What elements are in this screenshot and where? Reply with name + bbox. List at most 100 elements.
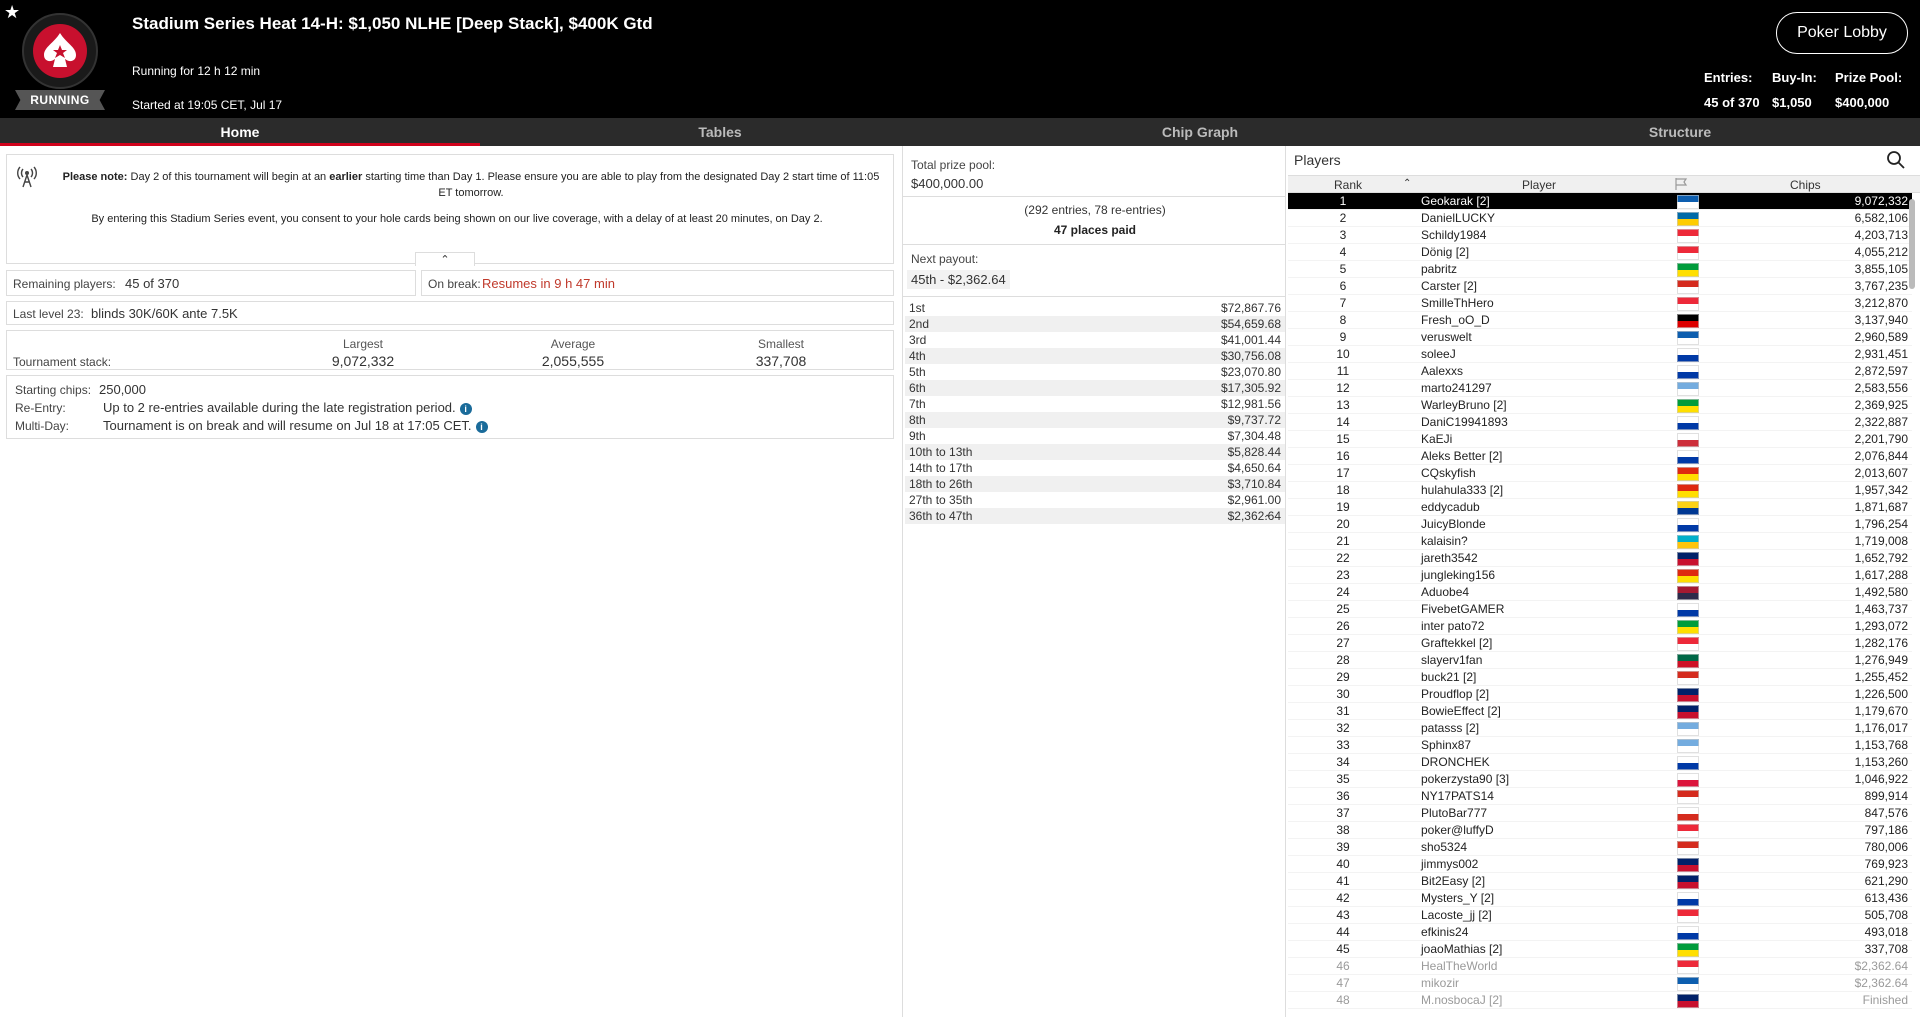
player-row[interactable]: 39 sho5324 780,006 bbox=[1288, 839, 1912, 856]
player-row[interactable]: 17 CQskyfish 2,013,607 bbox=[1288, 465, 1912, 482]
player-row[interactable]: 2 DanielLUCKY 6,582,106 bbox=[1288, 210, 1912, 227]
player-row[interactable]: 35 pokerzysta90 [3] 1,046,922 bbox=[1288, 771, 1912, 788]
player-row[interactable]: 8 Fresh_oO_D 3,137,940 bbox=[1288, 312, 1912, 329]
player-rank: 20 bbox=[1336, 517, 1350, 531]
player-rank: 28 bbox=[1336, 653, 1350, 667]
player-name: Aalexxs bbox=[1421, 364, 1464, 378]
player-row[interactable]: 7 SmilleThHero 3,212,870 bbox=[1288, 295, 1912, 312]
column-player[interactable]: Player bbox=[1522, 178, 1556, 192]
player-row[interactable]: 32 patasss [2] 1,176,017 bbox=[1288, 720, 1912, 737]
notice-text-2: By entering this Stadium Series event, y… bbox=[91, 213, 823, 225]
country-flag-icon bbox=[1677, 858, 1699, 872]
column-chips[interactable]: Chips bbox=[1790, 178, 1821, 192]
player-row[interactable]: 27 Graftekkel [2] 1,282,176 bbox=[1288, 635, 1912, 652]
payout-place: 3rd bbox=[909, 333, 927, 347]
player-chips: 1,226,500 bbox=[1854, 687, 1908, 701]
country-flag-icon bbox=[1677, 399, 1699, 413]
player-row[interactable]: 46 HealTheWorld $2,362.64 bbox=[1288, 958, 1912, 975]
player-row[interactable]: 37 PlutoBar777 847,576 bbox=[1288, 805, 1912, 822]
player-row[interactable]: 29 buck21 [2] 1,255,452 bbox=[1288, 669, 1912, 686]
player-row[interactable]: 3 Schildy1984 4,203,713 bbox=[1288, 227, 1912, 244]
player-row[interactable]: 19 eddycadub 1,871,687 bbox=[1288, 499, 1912, 516]
player-row[interactable]: 44 efkinis24 493,018 bbox=[1288, 924, 1912, 941]
sort-asc-icon[interactable]: ⌃ bbox=[1403, 178, 1411, 189]
player-row[interactable]: 48 M.nosbocaJ [2] Finished bbox=[1288, 992, 1912, 1009]
poker-lobby-button[interactable]: Poker Lobby bbox=[1776, 12, 1908, 54]
player-row[interactable]: 1 Geokarak [2] 9,072,332 bbox=[1288, 193, 1912, 210]
player-row[interactable]: 6 Carster [2] 3,767,235 bbox=[1288, 278, 1912, 295]
tournament-stack-box: Tournament stack: Largest 9,072,332 Aver… bbox=[6, 330, 894, 370]
tab-tables[interactable]: Tables bbox=[480, 118, 960, 146]
player-row[interactable]: 41 Bit2Easy [2] 621,290 bbox=[1288, 873, 1912, 890]
player-row[interactable]: 4 Dönig [2] 4,055,212 bbox=[1288, 244, 1912, 261]
player-row[interactable]: 22 jareth3542 1,652,792 bbox=[1288, 550, 1912, 567]
player-row[interactable]: 25 FivebetGAMER 1,463,737 bbox=[1288, 601, 1912, 618]
player-row[interactable]: 28 slayerv1fan 1,276,949 bbox=[1288, 652, 1912, 669]
payout-amount: $30,756.08 bbox=[1220, 349, 1281, 363]
player-chips: 2,583,556 bbox=[1854, 381, 1908, 395]
favorite-star-icon[interactable]: ★ bbox=[4, 3, 20, 21]
player-row[interactable]: 33 Sphinx87 1,153,768 bbox=[1288, 737, 1912, 754]
player-rank: 34 bbox=[1336, 755, 1350, 769]
player-name: jungleking156 bbox=[1421, 568, 1496, 582]
player-row[interactable]: 14 DaniC19941893 2,322,887 bbox=[1288, 414, 1912, 431]
player-row[interactable]: 20 JuicyBlonde 1,796,254 bbox=[1288, 516, 1912, 533]
player-chips: 4,203,713 bbox=[1854, 228, 1908, 242]
player-name: Graftekkel [2] bbox=[1421, 636, 1493, 650]
payout-row: 1st $72,867.76 bbox=[905, 300, 1285, 316]
player-row[interactable]: 9 veruswelt 2,960,589 bbox=[1288, 329, 1912, 346]
player-row[interactable]: 31 BowieEffect [2] 1,179,670 bbox=[1288, 703, 1912, 720]
payout-amount: $2,961.00 bbox=[1227, 493, 1281, 507]
player-row[interactable]: 10 soleeJ 2,931,451 bbox=[1288, 346, 1912, 363]
player-name: Mysters_Y [2] bbox=[1421, 891, 1495, 905]
tab-home[interactable]: Home bbox=[0, 118, 480, 146]
info-icon[interactable]: i bbox=[475, 420, 488, 433]
player-row[interactable]: 47 mikozir $2,362.64 bbox=[1288, 975, 1912, 992]
column-rank[interactable]: Rank bbox=[1334, 178, 1362, 192]
tab-structure[interactable]: Structure bbox=[1440, 118, 1920, 146]
player-row[interactable]: 26 inter pato72 1,293,072 bbox=[1288, 618, 1912, 635]
player-row[interactable]: 15 KaEJi 2,201,790 bbox=[1288, 431, 1912, 448]
player-row[interactable]: 43 Lacoste_jj [2] 505,708 bbox=[1288, 907, 1912, 924]
player-name: Lacoste_jj [2] bbox=[1421, 908, 1492, 922]
country-flag-icon bbox=[1677, 348, 1699, 362]
player-row[interactable]: 18 hulahula333 [2] 1,957,342 bbox=[1288, 482, 1912, 499]
player-rank: 27 bbox=[1336, 636, 1350, 650]
country-flag-icon bbox=[1677, 314, 1699, 328]
player-name: pokerzysta90 [3] bbox=[1421, 772, 1510, 786]
player-rank: 10 bbox=[1336, 347, 1350, 361]
player-row[interactable]: 21 kalaisin? 1,719,008 bbox=[1288, 533, 1912, 550]
tab-bar: Home Tables Chip Graph Structure bbox=[0, 118, 1920, 146]
player-row[interactable]: 40 jimmys002 769,923 bbox=[1288, 856, 1912, 873]
player-chips: 2,013,607 bbox=[1854, 466, 1908, 480]
player-chips: 1,153,768 bbox=[1854, 738, 1908, 752]
search-icon[interactable] bbox=[1886, 150, 1906, 170]
player-row[interactable]: 34 DRONCHEK 1,153,260 bbox=[1288, 754, 1912, 771]
player-row[interactable]: 36 NY17PATS14 899,914 bbox=[1288, 788, 1912, 805]
player-row[interactable]: 45 joaoMathias [2] 337,708 bbox=[1288, 941, 1912, 958]
player-row[interactable]: 30 Proudflop [2] 1,226,500 bbox=[1288, 686, 1912, 703]
collapse-chevron-icon[interactable]: ⌃ bbox=[415, 252, 475, 266]
player-row[interactable]: 23 jungleking156 1,617,288 bbox=[1288, 567, 1912, 584]
player-row[interactable]: 24 Aduobe4 1,492,580 bbox=[1288, 584, 1912, 601]
flag-column-icon[interactable] bbox=[1674, 177, 1694, 193]
collapse-chevron-icon[interactable]: ⌃ bbox=[1263, 514, 1271, 525]
player-chips: 899,914 bbox=[1864, 789, 1908, 803]
tab-chip-graph[interactable]: Chip Graph bbox=[960, 118, 1440, 146]
player-rank: 1 bbox=[1339, 194, 1347, 208]
country-flag-icon bbox=[1677, 501, 1699, 515]
player-row[interactable]: 5 pabritz 3,855,105 bbox=[1288, 261, 1912, 278]
player-row[interactable]: 11 Aalexxs 2,872,597 bbox=[1288, 363, 1912, 380]
player-row[interactable]: 16 Aleks Better [2] 2,076,844 bbox=[1288, 448, 1912, 465]
player-chips: 1,796,254 bbox=[1854, 517, 1908, 531]
payout-place: 10th to 13th bbox=[909, 445, 973, 459]
scrollbar-thumb[interactable] bbox=[1909, 199, 1915, 289]
players-scrollbar[interactable] bbox=[1908, 193, 1916, 1013]
broadcast-icon bbox=[17, 166, 37, 188]
info-icon[interactable]: i bbox=[459, 402, 472, 415]
player-row[interactable]: 42 Mysters_Y [2] 613,436 bbox=[1288, 890, 1912, 907]
player-row[interactable]: 38 poker@luffyD 797,186 bbox=[1288, 822, 1912, 839]
player-row[interactable]: 13 WarleyBruno [2] 2,369,925 bbox=[1288, 397, 1912, 414]
player-row[interactable]: 12 marto241297 2,583,556 bbox=[1288, 380, 1912, 397]
player-chips: 1,957,342 bbox=[1854, 483, 1908, 497]
